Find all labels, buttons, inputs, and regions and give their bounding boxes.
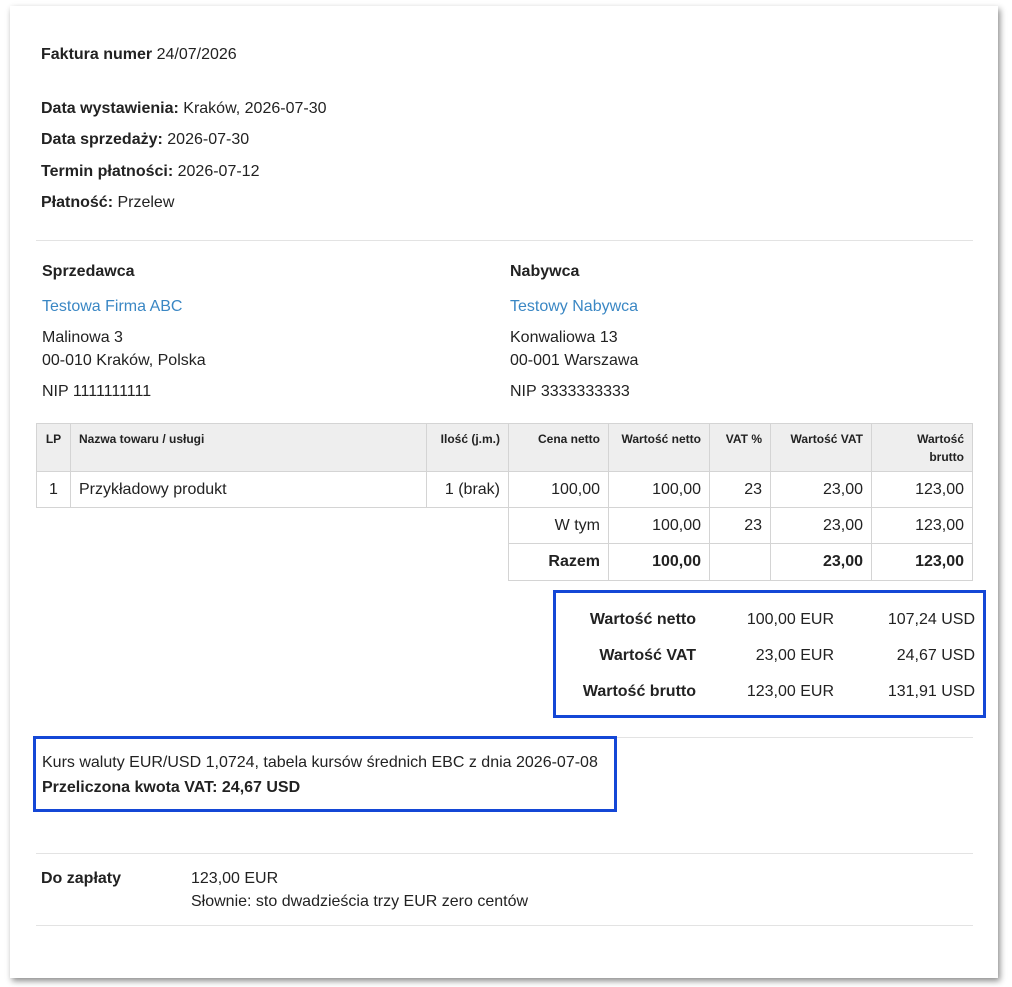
seller-heading: Sprzedawca [42,263,135,280]
col-header-gross-line1: Wartość [917,432,964,446]
wtym-net: 100,00 [608,507,710,544]
fx-summary-box: Wartość netto 100,00 EUR 107,24 USD Wart… [553,590,986,718]
invoice-number-value: 24/07/2026 [156,46,237,63]
fx-vat-label: Wartość VAT [599,647,696,664]
fx-vat-eur: 23,00 EUR [755,647,834,664]
row-product-link[interactable]: Przykładowy produkt [70,471,427,508]
razem-net: 100,00 [608,543,710,581]
fx-net-eur: 100,00 EUR [746,611,834,628]
buyer-heading: Nabywca [510,263,580,280]
col-header-name: Nazwa towaru / usługi [70,423,427,472]
col-header-gross: Wartość brutto [871,423,973,472]
razem-row: Razem 100,00 23,00 123,00 [37,543,973,581]
razem-vat: 23,00 [770,543,872,581]
converted-vat-text: Przeliczona kwota VAT: 24,67 USD [42,779,301,796]
payment-line: Płatność: Przelew [41,194,174,212]
invoice-number-line: Faktura numer 24/07/2026 [41,46,237,64]
divider [36,240,973,241]
seller-nip: NIP 1111111111 [42,383,152,400]
col-header-vat-pct: VAT % [709,423,771,472]
razem-vat-pct-empty [709,543,771,581]
sale-date-value: 2026-07-30 [167,131,250,148]
to-pay-words: Słownie: sto dwadzieścia trzy EUR zero c… [191,893,529,910]
wtym-label: W tym [508,507,609,544]
table-row: 1 Przykładowy produkt 1 (brak) 100,00 10… [36,471,973,508]
row-gross: 123,00 [871,471,973,508]
due-date-value: 2026-07-12 [177,163,260,180]
sale-date-line: Data sprzedaży: 2026-07-30 [41,131,249,149]
wtym-gross: 123,00 [871,507,973,544]
buyer-nip: NIP 3333333333 [510,383,630,400]
row-vat-pct: 23 [709,471,771,508]
row-lp: 1 [36,471,71,508]
blank-cell [37,544,509,581]
seller-street: Malinowa 3 [42,329,123,346]
col-header-gross-line2: brutto [929,450,964,464]
seller-name-link[interactable]: Testowa Firma ABC [42,298,182,316]
invoice-number-label: Faktura numer [41,46,153,63]
wtym-vat: 23,00 [770,507,872,544]
issue-date-value: Kraków, 2026-07-30 [183,100,327,117]
wtym-vat-pct: 23 [709,507,771,544]
divider [36,925,973,926]
exchange-rate-text: Kurs waluty EUR/USD 1,0724, tabela kursó… [42,754,598,771]
due-date-line: Termin płatności: 2026-07-12 [41,163,259,181]
col-header-price: Cena netto [508,423,609,472]
razem-gross: 123,00 [871,543,973,581]
to-pay-label: Do zapłaty [41,870,122,887]
buyer-name-link[interactable]: Testowy Nabywca [510,298,638,316]
seller-city: 00-010 Kraków, Polska [42,352,206,369]
fx-gross-usd: 131,91 USD [887,683,975,700]
fx-net-label: Wartość netto [589,611,696,628]
wtym-row: W tym 100,00 23 23,00 123,00 [37,507,973,544]
invoice-page: Faktura numer 24/07/2026 Data wystawieni… [10,6,998,978]
row-net: 100,00 [608,471,710,508]
col-header-net: Wartość netto [608,423,710,472]
blank-cell [37,508,509,544]
col-header-lp: LP [36,423,71,472]
issue-date-line: Data wystawienia: Kraków, 2026-07-30 [41,100,326,118]
fx-vat-usd: 24,67 USD [896,647,975,664]
fx-net-usd: 107,24 USD [887,611,975,628]
razem-label: Razem [508,543,609,581]
sale-date-label: Data sprzedaży: [41,131,163,148]
to-pay-amount: 123,00 EUR [191,870,279,887]
items-table: LP Nazwa towaru / usługi Ilość (j.m.) Ce… [36,423,973,581]
payment-label: Płatność: [41,194,114,211]
table-header-row: LP Nazwa towaru / usługi Ilość (j.m.) Ce… [36,423,973,472]
divider [36,853,973,854]
row-vat: 23,00 [770,471,872,508]
exchange-rate-box: Kurs waluty EUR/USD 1,0724, tabela kursó… [33,736,617,812]
fx-gross-eur: 123,00 EUR [746,683,834,700]
payment-value: Przelew [117,194,175,211]
col-header-qty: Ilość (j.m.) [426,423,509,472]
col-header-vat: Wartość VAT [770,423,872,472]
buyer-street: Konwaliowa 13 [510,329,618,346]
row-price: 100,00 [508,471,609,508]
fx-gross-label: Wartość brutto [582,683,696,700]
issue-date-label: Data wystawienia: [41,100,179,117]
row-qty: 1 (brak) [426,471,509,508]
buyer-city: 00-001 Warszawa [510,352,639,369]
due-date-label: Termin płatności: [41,163,174,180]
